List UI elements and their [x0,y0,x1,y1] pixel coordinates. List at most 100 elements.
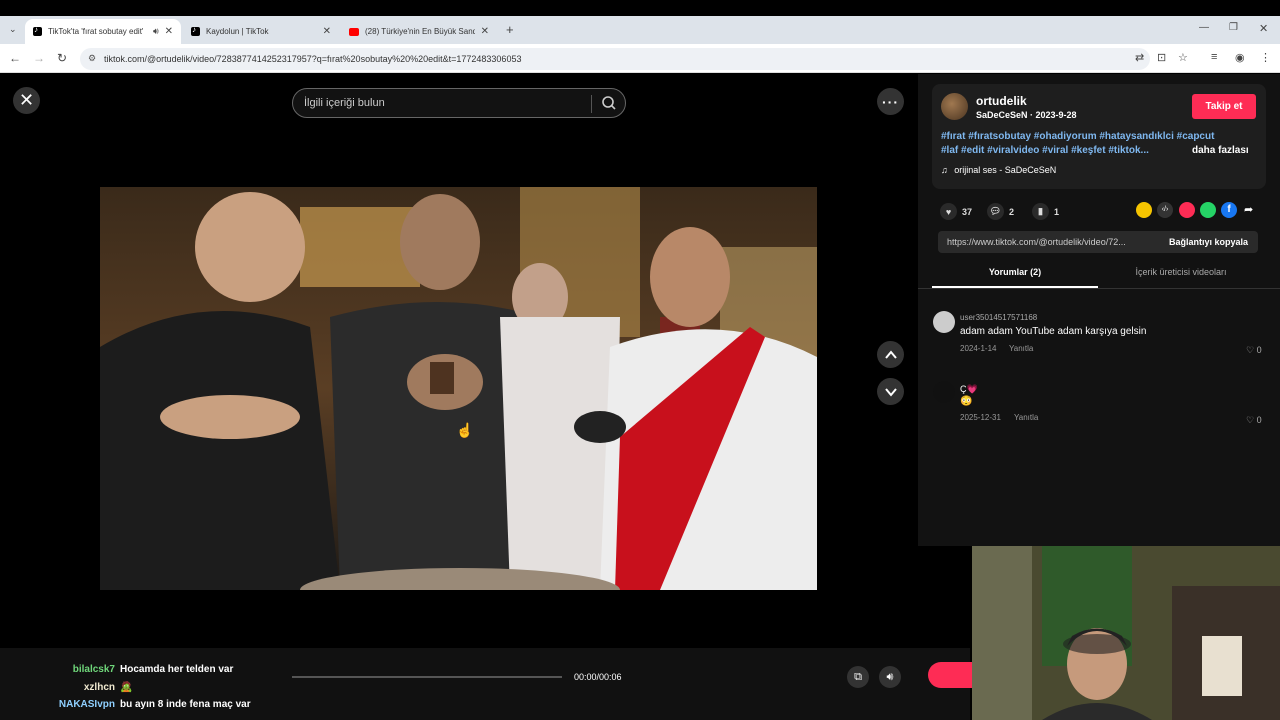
comment-like-button[interactable]: ♡ 0 [1246,415,1262,426]
like-count: 37 [962,206,973,217]
see-more-link[interactable]: daha fazlası [1192,145,1249,156]
tiktok-icon [33,25,42,36]
translate-icon[interactable]: ⇄ [1135,51,1144,64]
author-avatar[interactable] [941,93,968,120]
window-close-icon[interactable]: ✕ [1259,22,1268,35]
hashtags-line[interactable]: #fırat #fıratsobutay #ohadiyorum #hatays… [941,131,1214,142]
media-controls-icon[interactable]: ≡ [1211,51,1217,63]
comment-text: 😳 [960,396,973,407]
comment-like-count: 0 [1256,345,1262,355]
browser-tab-strip: ⌄ TikTok'ta 'fırat sobutay edit' 🔊︎ ✕ Ka… [0,16,1280,44]
previous-video-button[interactable] [877,341,904,368]
bookmark-icon: ▮ [1032,203,1049,220]
tab-title: Kaydolun | TikTok [206,27,269,36]
chat-text: 🧟 [120,682,133,693]
reply-button[interactable]: Yanıtla [1009,344,1033,353]
copy-link-button[interactable]: Bağlantıyı kopyala [1169,231,1248,253]
url-text: tiktok.com/@ortudelik/video/728387741425… [104,54,522,64]
address-bar: ← → ↻ ⚙ tiktok.com/@ortudelik/video/7283… [0,44,1280,73]
sound-row[interactable]: ♫ orijinal ses - SaDeCeSeN [941,165,1056,175]
whatsapp-icon[interactable] [1200,202,1216,218]
tab-comments[interactable]: Yorumlar (2) [932,267,1098,277]
chat-message: NAKASIvpn bu ayın 8 inde fena maç var [40,699,251,710]
comment-username[interactable]: user35014517571168 [960,313,1037,322]
youtube-icon [349,27,359,36]
comment-username[interactable]: Ç💗 [960,384,978,395]
audio-icon: 🔊︎ [152,26,159,36]
floating-player-icon[interactable]: ⧉ [847,666,869,688]
volume-icon[interactable]: 🔊︎ [879,666,901,688]
bookmark-star-icon[interactable]: ☆ [1178,51,1188,64]
chevron-up-icon [884,349,897,359]
close-tab-icon[interactable]: ✕ [165,26,173,37]
more-options-icon[interactable]: ··· [877,88,904,115]
save-count: 1 [1054,206,1060,217]
heart-outline-icon: ♡ [1246,415,1255,425]
commenter-avatar[interactable] [933,311,955,333]
follow-button[interactable]: Takip et [1192,94,1256,119]
save-button[interactable]: ▮ 1 [1032,203,1059,220]
browser-tab-kaydolun[interactable]: Kaydolun | TikTok ✕ [183,19,339,44]
time-label: 00:00/00:06 [574,672,622,682]
profile-icon[interactable]: ◉ [1235,51,1245,64]
link-copy-row: https://www.tiktok.com/@ortudelik/video/… [938,231,1258,253]
install-icon[interactable]: ⊡ [1157,51,1166,64]
music-note-icon: ♫ [941,165,948,175]
progress-bar[interactable] [292,676,562,678]
chat-text: bu ayın 8 inde fena maç var [120,699,251,710]
chat-message: xzlhcn 🧟 [40,682,133,693]
os-top-bar [0,0,1280,16]
comment-like-button[interactable]: ♡ 0 [1246,345,1262,356]
friends-share-icon[interactable] [1136,202,1152,218]
tab-creator-videos[interactable]: İçerik üreticisi videoları [1098,267,1264,277]
site-info-icon[interactable]: ⚙ [88,53,96,64]
browser-menu-icon[interactable]: ⋮ [1260,51,1271,64]
reload-icon[interactable]: ↻ [57,51,67,65]
embed-icon[interactable]: ‹/› [1157,202,1173,218]
browser-tab-youtube[interactable]: (28) Türkiye'nin En Büyük Sandı ✕ [341,19,497,44]
chat-message: bilalcsk7 Hocamda her telden var [40,664,234,675]
next-video-button[interactable] [877,378,904,405]
reply-button[interactable]: Yanıtla [1014,413,1038,422]
video-frame-image [100,187,817,590]
video-player[interactable]: ☝ [100,187,817,590]
comment-text: adam adam YouTube adam karşıya gelsin [960,326,1147,337]
comment-button[interactable]: 💬︎ 2 [987,203,1014,220]
chevron-down-icon [884,387,897,397]
forward-icon[interactable]: → [33,51,45,65]
url-field[interactable]: ⚙ tiktok.com/@ortudelik/video/7283877414… [80,48,1150,70]
search-input[interactable]: İlgili içeriği bulun [292,88,626,118]
tab-search-icon[interactable]: ⌄ [9,24,17,35]
comment-date: 2024-1-14 [960,344,997,353]
close-video-button[interactable]: ✕ [13,87,40,114]
post-date: 2023-9-28 [1035,110,1077,120]
back-icon[interactable]: ← [9,51,21,65]
webcam-image [972,546,1280,720]
minimize-icon[interactable]: — [1199,22,1209,33]
cursor-hand-icon: ☝ [456,422,474,438]
search-icon[interactable] [601,95,617,114]
share-arrow-icon[interactable]: ➦ [1244,203,1253,216]
tab-title: TikTok'ta 'fırat sobutay edit' [48,27,144,36]
comment-icon: 💬︎ [987,203,1004,220]
author-username[interactable]: ortudelik [976,94,1027,108]
send-icon[interactable] [1179,202,1195,218]
search-placeholder: İlgili içeriği bulun [304,97,385,109]
chat-text: Hocamda her telden var [120,664,234,675]
heart-outline-icon: ♡ [1246,345,1255,355]
maximize-icon[interactable]: ❐ [1229,22,1238,33]
sound-label: orijinal ses - SaDeCeSeN [954,165,1057,175]
hashtags-line[interactable]: #laf #edit #viralvideo #viral #keşfet #t… [941,145,1149,156]
facebook-icon[interactable]: f [1221,202,1237,218]
chat-username: bilalcsk7 [72,664,115,675]
video-link: https://www.tiktok.com/@ortudelik/video/… [947,237,1126,247]
search-divider [591,95,592,113]
new-tab-icon[interactable]: + [506,22,514,37]
close-tab-icon[interactable]: ✕ [481,26,489,37]
commenter-avatar[interactable] [933,381,955,403]
like-button[interactable]: ♥ 37 [940,203,972,220]
chat-username: xzlhcn [83,682,115,693]
pink-overlay-button[interactable] [928,662,972,688]
browser-tab-tiktok-search[interactable]: TikTok'ta 'fırat sobutay edit' 🔊︎ ✕ [25,19,181,44]
close-tab-icon[interactable]: ✕ [323,26,331,37]
